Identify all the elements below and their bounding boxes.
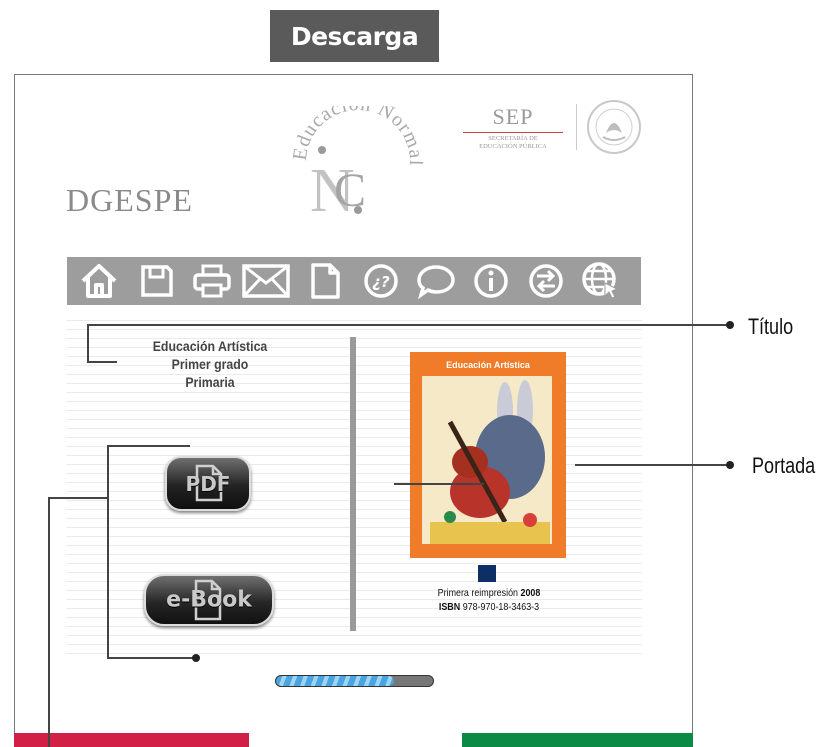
sep-subtitle-1: SECRETARÍA DE	[488, 135, 538, 142]
cover-title: Educación Artística	[446, 360, 531, 370]
logo-separator	[576, 104, 577, 150]
mail-icon[interactable]	[242, 257, 290, 305]
portada-callout-dot	[726, 461, 734, 469]
titulo-bracket-bottom	[87, 361, 117, 363]
book-cover[interactable]: Educación Artística	[410, 352, 566, 558]
sep-subtitle-2: EDUCACIÓN PÚBLICA	[479, 143, 547, 150]
reprint-label: Primera reimpresión	[437, 587, 519, 599]
svg-text:Educación Normal: Educación Normal	[289, 106, 423, 167]
titulo-callout-label: Título	[748, 314, 794, 339]
svg-text:¿?: ¿?	[372, 273, 390, 291]
info-icon[interactable]	[467, 257, 515, 305]
print-icon[interactable]	[188, 257, 236, 305]
sep-divider-line	[463, 132, 563, 133]
dgespe-logo: DGESPE	[66, 182, 193, 218]
vertical-divider	[350, 337, 356, 631]
help-icon[interactable]: ¿?	[357, 257, 405, 305]
side-connector-horizontal	[48, 497, 108, 499]
portada-callout-label: Portada	[752, 453, 816, 478]
sep-title: SEP	[492, 104, 534, 129]
book-title-line2: Primer grado	[171, 356, 249, 372]
titulo-callout-line	[87, 324, 730, 326]
titulo-callout-dot	[726, 321, 734, 329]
globe-icon[interactable]	[577, 257, 625, 305]
pdf-download-button[interactable]: PDF	[165, 456, 251, 511]
buttons-bracket-bottom	[107, 657, 195, 659]
portada-callout-line	[575, 464, 730, 466]
educacion-normal-logo: Educación Normal N C	[288, 93, 426, 225]
buttons-bracket-left	[107, 445, 109, 659]
cover-pointer-line	[394, 483, 484, 485]
document-icon[interactable]	[301, 257, 349, 305]
save-icon[interactable]	[133, 257, 181, 305]
book-title: Educación Artística Primer grado Primari…	[131, 337, 289, 391]
book-title-line3: Primaria	[185, 374, 235, 390]
navigate-icon[interactable]	[522, 257, 570, 305]
toolbar: ¿?	[67, 257, 641, 305]
isbn-value: 978-970-18-3463-3	[462, 601, 540, 613]
download-button[interactable]: Descarga	[270, 10, 439, 62]
reprint-year: 2008	[520, 587, 541, 599]
progress-fill	[276, 676, 394, 686]
mexico-seal-icon	[586, 99, 642, 155]
footer-bar-green	[462, 733, 693, 747]
buttons-bracket-top	[107, 445, 190, 447]
pdf-label: PDF	[185, 471, 231, 496]
ebook-button[interactable]: e-Book	[144, 574, 274, 626]
home-icon[interactable]	[75, 257, 123, 305]
side-connector-vertical	[48, 497, 50, 747]
book-title-line1: Educación Artística	[152, 338, 268, 354]
ebook-label: e-Book	[166, 587, 252, 613]
buttons-bracket-dot	[192, 654, 200, 662]
progress-bar	[275, 675, 434, 687]
print-info: Primera reimpresión 2008 ISBN 978-970-18…	[417, 586, 562, 614]
chat-icon[interactable]	[412, 257, 460, 305]
isbn-label: ISBN	[438, 601, 461, 613]
sep-logo: SEP SECRETARÍA DE EDUCACIÓN PÚBLICA	[463, 104, 563, 151]
titulo-bracket-left	[87, 324, 89, 363]
color-marker	[478, 565, 496, 582]
